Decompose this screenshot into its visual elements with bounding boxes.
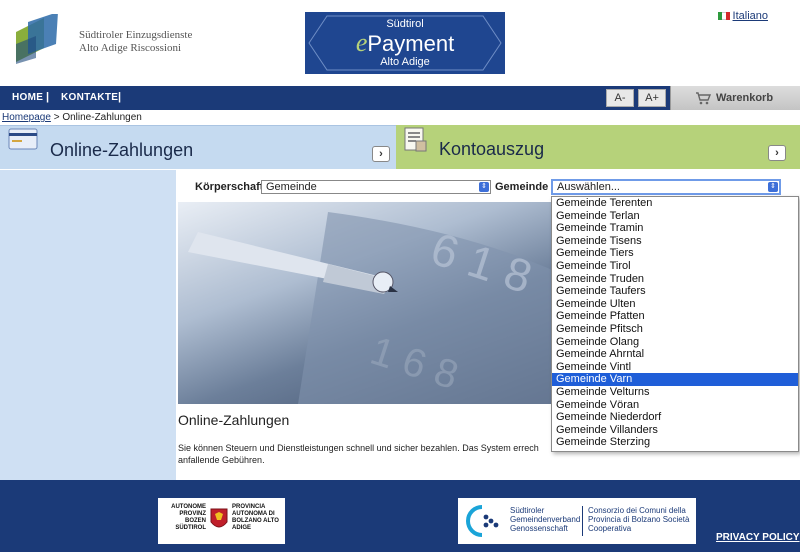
dropdown-option[interactable]: Gemeinde Tramin xyxy=(552,222,798,235)
privacy-policy-link[interactable]: PRIVACY POLICY xyxy=(716,532,800,543)
consortium-name-it: Consorzio dei Comuni della Provincia di … xyxy=(588,506,690,533)
dropdown-option[interactable]: Gemeinde Terlan xyxy=(552,210,798,223)
dropdown-option[interactable]: Gemeinde Pfatten xyxy=(552,310,798,323)
epayment-main-text: ePayment xyxy=(305,28,505,58)
dropdown-option[interactable]: Gemeinde Tirol xyxy=(552,260,798,273)
dropdown-option[interactable]: Gemeinde Pfitsch xyxy=(552,323,798,336)
dropdown-option[interactable]: Gemeinde Truden xyxy=(552,273,798,286)
logo-mark-icon xyxy=(16,12,58,64)
hero-pen-card-image: 6 1 8 1 6 8 xyxy=(178,202,578,404)
dropdown-option[interactable]: Gemeinde Varn xyxy=(552,373,798,386)
consortium-logo[interactable]: Südtiroler Gemeindenverband Genossenscha… xyxy=(458,498,696,544)
banner-left-title: Online-Zahlungen xyxy=(50,140,194,160)
eagle-coat-of-arms-icon xyxy=(210,508,228,528)
dropdown-option[interactable]: Gemeinde Vintl xyxy=(552,361,798,374)
main-nav: HOME | KONTAKTE | A- A+ Warenkorb xyxy=(0,86,800,110)
dropdown-option[interactable]: Gemeinde Ulten xyxy=(552,298,798,311)
body-type-select[interactable]: Gemeinde ⇕ xyxy=(261,180,491,194)
nav-contacts[interactable]: KONTAKTE xyxy=(61,92,118,103)
chevron-updown-icon: ⇕ xyxy=(479,182,489,192)
language-link-italiano[interactable]: Italiano xyxy=(733,10,768,22)
banner-online-payments[interactable]: Online-Zahlungen › xyxy=(0,125,396,169)
banner-left-arrow-button[interactable]: › xyxy=(372,146,390,162)
municipality-select[interactable]: Auswählen... ⇕ xyxy=(551,179,781,195)
company-name: Südtiroler Einzugsdienste Alto Adige Ris… xyxy=(79,29,192,55)
epayment-e-text: e xyxy=(355,28,368,57)
dropdown-option[interactable]: Gemeinde Niederdorf xyxy=(552,411,798,424)
epayment-logo[interactable]: Südtirol ePayment Alto Adige xyxy=(305,12,505,74)
credit-card-icon xyxy=(8,128,38,150)
dropdown-option[interactable]: Gemeinde Sterzing xyxy=(552,436,798,449)
breadcrumb: Homepage > Online-Zahlungen xyxy=(2,112,142,123)
dropdown-option[interactable]: Gemeinde Vöran xyxy=(552,399,798,412)
province-name-it: PROVINCIA AUTONOMA DI BOLZANO ALTO ADIGE xyxy=(232,504,279,531)
consortium-divider xyxy=(582,506,586,536)
company-logo[interactable]: Südtiroler Einzugsdienste Alto Adige Ris… xyxy=(14,12,194,66)
municipality-label: Gemeinde xyxy=(495,181,549,193)
municipality-value: Auswählen... xyxy=(557,181,620,193)
company-name-it: Alto Adige Riscossioni xyxy=(79,42,182,54)
epayment-bottom-text: Alto Adige xyxy=(380,56,430,68)
breadcrumb-home-link[interactable]: Homepage xyxy=(2,112,51,123)
province-logo[interactable]: AUTONOME PROVINZ BOZEN SÜDTIROL PROVINCI… xyxy=(158,498,285,544)
nav-separator: | xyxy=(118,91,122,103)
body-type-value: Gemeinde xyxy=(266,181,317,193)
breadcrumb-separator: > xyxy=(50,112,63,123)
page: Südtiroler Einzugsdienste Alto Adige Ris… xyxy=(0,0,800,552)
cart-label: Warenkorb xyxy=(716,92,774,104)
font-smaller-button[interactable]: A- xyxy=(606,89,634,107)
italian-flag-icon xyxy=(718,12,730,20)
main-title: Online-Zahlungen xyxy=(178,412,290,428)
banner-account-statement[interactable]: Kontoauszug › xyxy=(396,125,800,169)
nav-separator: | xyxy=(46,91,50,103)
dropdown-option[interactable]: Gemeinde Terenten xyxy=(552,197,798,210)
font-larger-button[interactable]: A+ xyxy=(638,89,666,107)
header: Südtiroler Einzugsdienste Alto Adige Ris… xyxy=(0,0,800,86)
dropdown-option[interactable]: Gemeinde Tisens xyxy=(552,235,798,248)
province-name-de: AUTONOME PROVINZ BOZEN SÜDTIROL xyxy=(171,504,206,531)
cart-button[interactable]: Warenkorb xyxy=(670,86,800,110)
cart-icon xyxy=(696,92,711,105)
banner-right-arrow-button[interactable]: › xyxy=(768,145,786,161)
company-name-de: Südtiroler Einzugsdienste xyxy=(79,29,193,41)
pen-on-card-illustration: 6 1 8 1 6 8 xyxy=(188,212,578,404)
nav-home[interactable]: HOME xyxy=(12,92,43,103)
epayment-payment-text: Payment xyxy=(367,31,455,56)
statement-document-icon xyxy=(404,127,427,152)
consortium-dots-icon xyxy=(466,505,499,537)
municipality-dropdown-list[interactable]: Gemeinde Terenten Gemeinde Terlan Gemeinde… xyxy=(551,196,799,452)
chevron-updown-icon: ⇕ xyxy=(768,182,778,192)
dropdown-option[interactable]: Gemeinde Velturns xyxy=(552,386,798,399)
breadcrumb-current: Online-Zahlungen xyxy=(62,112,142,123)
dropdown-option[interactable]: Gemeinde Taufers xyxy=(552,285,798,298)
main-description: Sie können Steuern und Dienstleistungen … xyxy=(178,443,539,465)
dropdown-option[interactable]: Gemeinde Ahrntal xyxy=(552,348,798,361)
dropdown-option[interactable]: Gemeinde Tiers xyxy=(552,247,798,260)
footer: AUTONOME PROVINZ BOZEN SÜDTIROL PROVINCI… xyxy=(0,480,800,552)
consortium-name-de: Südtiroler Gemeindenverband Genossenscha… xyxy=(510,506,581,533)
banner-right-title: Kontoauszug xyxy=(439,139,545,159)
body-type-label: Körperschaft xyxy=(195,181,264,193)
left-sidebar xyxy=(0,170,176,480)
dropdown-option[interactable]: Gemeinde Olang xyxy=(552,336,798,349)
dropdown-option[interactable]: Gemeinde Villanders xyxy=(552,424,798,437)
